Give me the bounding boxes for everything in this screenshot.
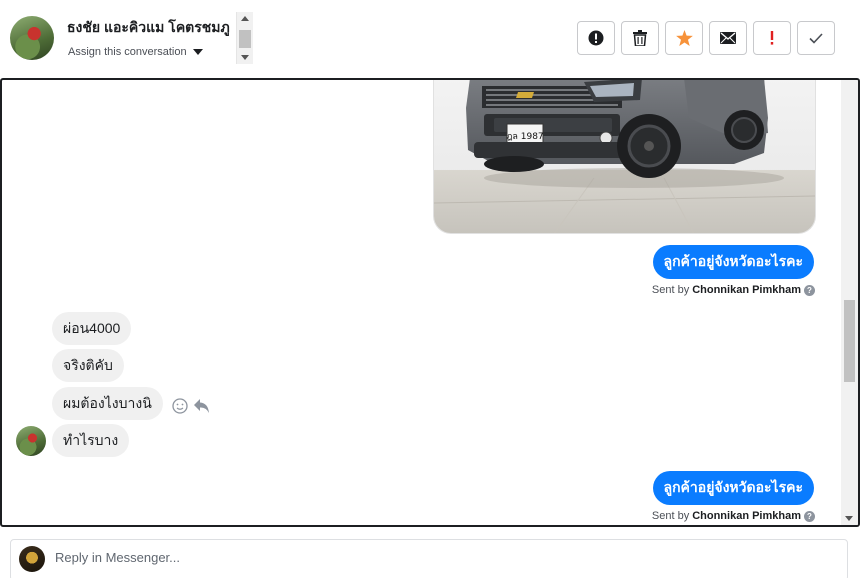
conversation-scrollbar[interactable] [841,80,858,525]
assign-conversation-dropdown[interactable]: Assign this conversation [68,46,203,58]
emoji-react-icon[interactable] [172,398,188,414]
reply-box[interactable] [10,539,848,578]
shared-car-photo[interactable]: ฎล 1987 [433,80,816,234]
name-scrollbar[interactable] [236,12,253,64]
caret-down-icon [192,49,203,55]
scroll-thumb[interactable] [844,300,855,382]
spam-alert-button[interactable] [577,21,615,55]
email-button[interactable] [709,21,747,55]
sender-name[interactable]: Chonnikan Pimkham [692,510,801,522]
contact-name[interactable]: ธงชัย แอะคิวแม โคตรชมภู [67,17,235,39]
scroll-down-icon[interactable] [241,55,249,60]
contact-avatar[interactable] [10,16,54,60]
incoming-message[interactable]: ผมต้องไงบางนิ [52,387,163,420]
sent-by-line: Sent by Chonnikan Pimkham ? [652,510,815,522]
check-icon [809,32,823,44]
help-icon[interactable]: ? [804,284,815,296]
incoming-message[interactable]: ทำไรบาง [52,424,130,457]
trash-icon [633,30,647,46]
message-actions [172,398,210,414]
reply-input[interactable] [55,550,835,565]
sender-name[interactable]: Chonnikan Pimkham [692,284,801,296]
sent-by-prefix: Sent by [651,284,690,296]
incoming-message[interactable]: ผ่อน4000 [52,312,132,345]
conversation-header: ธงชัย แอะคิวแม โคตรชมภู Assign this conv… [0,0,867,78]
conversation-thread[interactable]: ฎล 1987 ลูกค้าอยู่จังหวัดอะไรคะ Sent by … [0,78,860,527]
sent-by-line: Sent by Chonnikan Pimkham ? [652,284,815,296]
scroll-thumb[interactable] [239,30,251,48]
scroll-down-icon[interactable] [845,516,853,521]
important-button[interactable] [753,21,791,55]
page-avatar [19,546,45,572]
car-photo-image: ฎล 1987 [434,80,815,233]
scroll-up-icon[interactable] [241,16,249,21]
exclamation-icon [770,31,774,45]
outgoing-message[interactable]: ลูกค้าอยู่จังหวัดอะไรคะ [652,245,814,279]
star-button[interactable] [665,21,703,55]
assign-label: Assign this conversation [68,46,187,58]
reply-arrow-icon[interactable] [194,399,210,413]
alert-circle-icon [588,30,604,46]
delete-button[interactable] [621,21,659,55]
sent-by-prefix: Sent by [651,510,690,522]
star-icon [675,30,693,46]
plate-text: ฎล 1987 [506,132,543,142]
envelope-icon [720,32,736,44]
outgoing-message[interactable]: ลูกค้าอยู่จังหวัดอะไรคะ [652,471,814,505]
incoming-message[interactable]: จริงติคับ [52,349,124,382]
help-icon[interactable]: ? [804,510,815,522]
done-button[interactable] [797,21,835,55]
contact-avatar-small[interactable] [16,426,46,456]
action-toolbar [577,21,835,55]
